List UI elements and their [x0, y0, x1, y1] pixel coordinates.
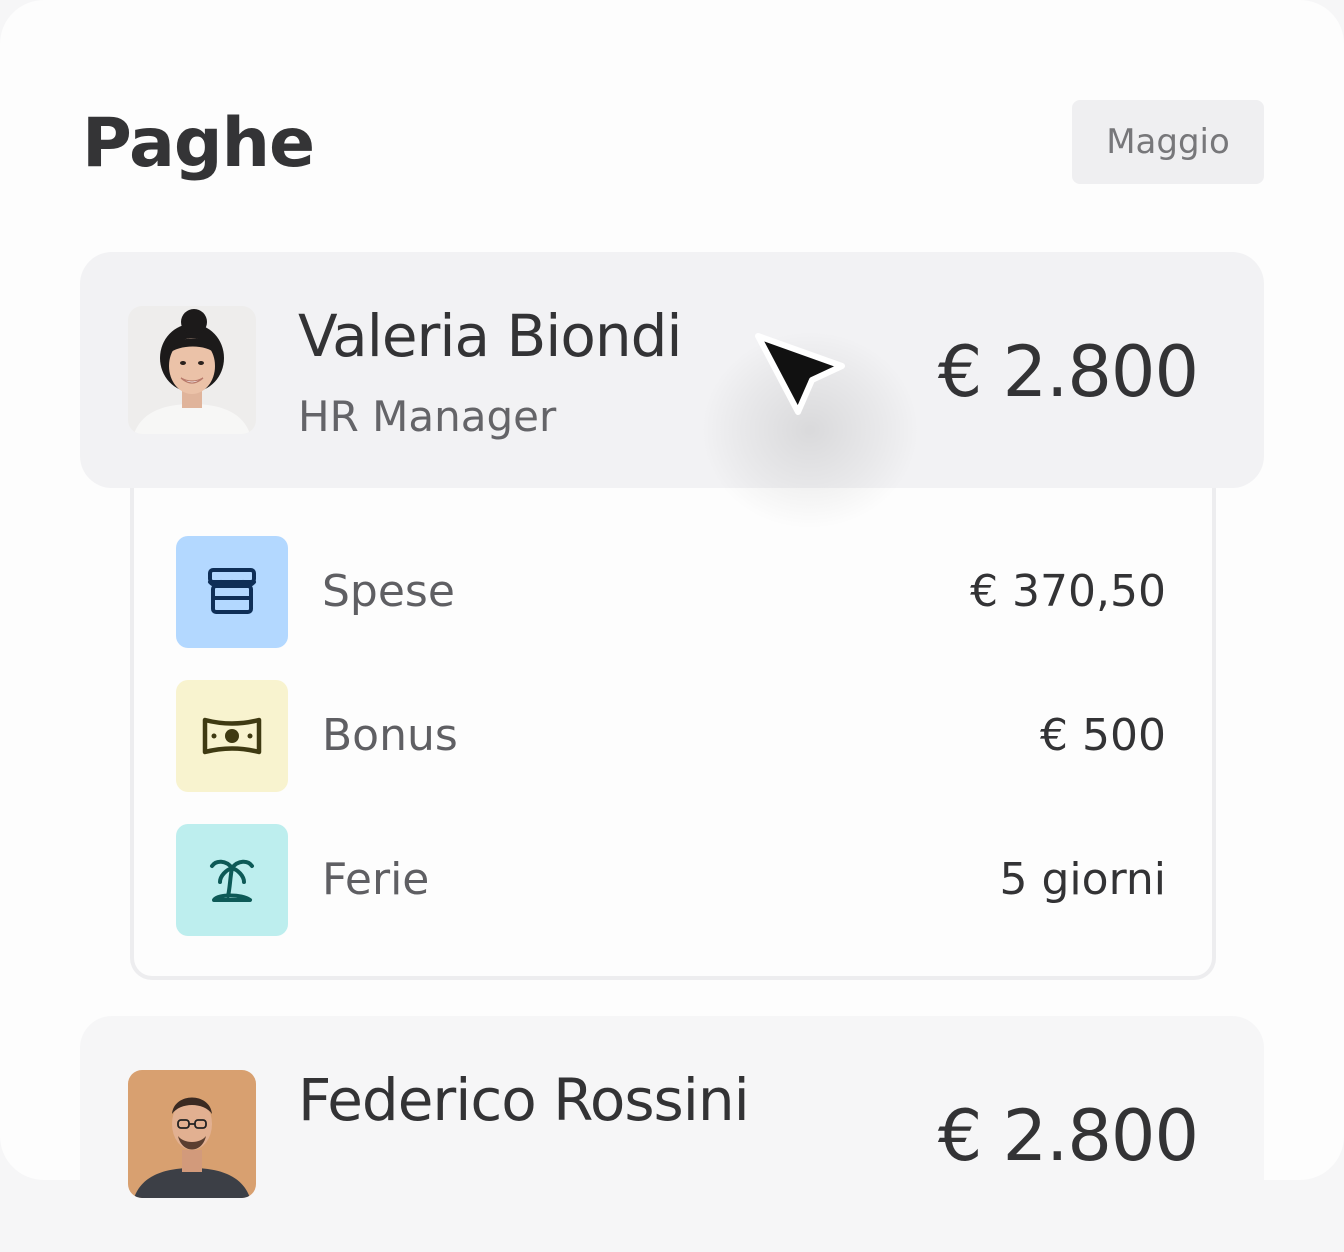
- detail-label: Ferie: [322, 854, 430, 905]
- banknote-icon: [176, 680, 288, 792]
- employee-card-federico-rossini[interactable]: Federico Rossini € 2.800: [80, 1016, 1264, 1252]
- detail-row-ferie[interactable]: Ferie 5 giorni: [176, 824, 1166, 936]
- detail-row-spese[interactable]: Spese € 370,50: [176, 536, 1166, 648]
- employee-name: Federico Rossini: [298, 1066, 750, 1134]
- detail-value: 5 giorni: [999, 854, 1166, 905]
- avatar: [128, 1070, 256, 1198]
- pointer-cursor-icon: [755, 333, 845, 415]
- page-title: Paghe: [82, 104, 315, 183]
- employee-card-valeria-biondi[interactable]: Valeria Biondi HR Manager € 2.800: [80, 252, 1264, 488]
- payroll-panel: Paghe Maggio Valeria Biondi HR Manager €…: [0, 0, 1344, 1252]
- employee-name: Valeria Biondi: [298, 302, 683, 370]
- detail-value: € 500: [1040, 710, 1166, 761]
- detail-label: Bonus: [322, 710, 458, 761]
- store-icon: [176, 536, 288, 648]
- detail-row-bonus[interactable]: Bonus € 500: [176, 680, 1166, 792]
- employee-salary-amount: € 2.800: [937, 331, 1199, 413]
- palm-tree-icon: [176, 824, 288, 936]
- detail-label: Spese: [322, 566, 455, 617]
- detail-value: € 370,50: [970, 566, 1166, 617]
- month-selector-button[interactable]: Maggio: [1072, 100, 1264, 184]
- employee-role: HR Manager: [298, 392, 557, 441]
- avatar: [128, 306, 256, 434]
- employee-salary-amount: € 2.800: [937, 1095, 1199, 1177]
